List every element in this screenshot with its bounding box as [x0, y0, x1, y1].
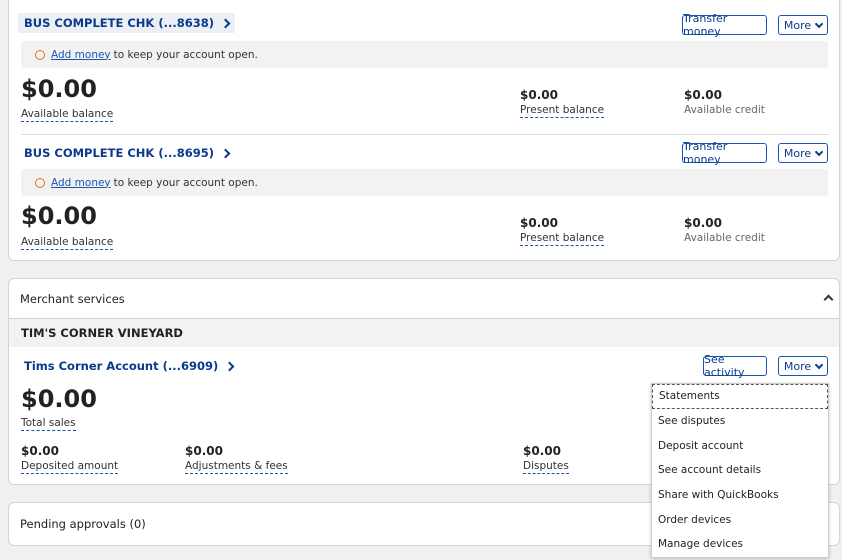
chevron-right-icon	[224, 361, 235, 371]
add-money-link[interactable]: Add money	[51, 49, 111, 61]
present-balance-label[interactable]: Present balance	[520, 104, 605, 118]
menu-item-manage-devices[interactable]: Manage devices	[652, 532, 828, 557]
more-button[interactable]: More	[778, 143, 828, 163]
total-sales-value: $0.00	[21, 385, 97, 413]
total-sales-label[interactable]: Total sales	[21, 417, 76, 431]
present-balance-label[interactable]: Present balance	[520, 232, 605, 246]
chevron-down-icon	[814, 19, 824, 28]
chevron-up-icon[interactable]	[823, 294, 834, 305]
account-link-8695[interactable]: BUS COMPLETE CHK (...8695)	[24, 146, 231, 160]
notice-text: to keep your account open.	[113, 48, 258, 61]
menu-item-deposit-account[interactable]: Deposit account	[652, 433, 828, 458]
more-button[interactable]: More	[778, 356, 828, 376]
account-name: Tims Corner Account (...6909)	[24, 359, 219, 373]
adjustments-label[interactable]: Adjustments & fees	[185, 460, 288, 474]
available-credit-label: Available credit	[684, 104, 765, 116]
available-credit-value: $0.00	[684, 216, 722, 230]
present-balance-value: $0.00	[520, 88, 558, 102]
account-name: BUS COMPLETE CHK (...8695)	[24, 146, 214, 160]
chevron-down-icon	[814, 360, 824, 369]
accounts-card: BUS COMPLETE CHK (...8638) Transfer mone…	[8, 0, 840, 261]
more-label: More	[783, 18, 812, 32]
menu-item-statements[interactable]: Statements	[652, 384, 828, 409]
merchant-header[interactable]: Merchant services	[9, 279, 839, 319]
notice-banner: Add money to keep your account open.	[21, 41, 828, 68]
notice-text: to keep your account open.	[113, 176, 258, 189]
merchant-services-title: Merchant services	[20, 292, 125, 306]
see-activity-label: See activity	[704, 353, 745, 379]
add-money-link[interactable]: Add money	[51, 177, 111, 189]
account-link-8638[interactable]: BUS COMPLETE CHK (...8638)	[18, 13, 235, 33]
disputes-value: $0.00	[523, 444, 561, 458]
more-button[interactable]: More	[778, 15, 828, 35]
transfer-money-button[interactable]: Transfer money	[682, 140, 767, 166]
more-dropdown-menu: Statements See disputes Deposit account …	[651, 383, 829, 558]
menu-item-share-quickbooks[interactable]: Share with QuickBooks	[652, 483, 828, 508]
alert-circle-icon	[35, 177, 45, 188]
menu-item-account-details[interactable]: See account details	[652, 458, 828, 483]
chevron-down-icon	[814, 147, 824, 156]
alert-circle-icon	[35, 49, 45, 60]
deposited-amount-label[interactable]: Deposited amount	[21, 460, 119, 474]
menu-item-see-disputes[interactable]: See disputes	[652, 409, 828, 434]
available-credit-label: Available credit	[684, 232, 765, 244]
adjustments-value: $0.00	[185, 444, 223, 458]
see-activity-button[interactable]: See activity	[703, 353, 767, 379]
transfer-label: Transfer money	[683, 140, 728, 166]
available-balance-value: $0.00	[21, 75, 97, 103]
divider	[21, 134, 829, 135]
transfer-money-button[interactable]: Transfer money	[682, 12, 767, 38]
more-label: More	[783, 359, 812, 373]
merchant-account-link[interactable]: Tims Corner Account (...6909)	[24, 359, 235, 373]
available-balance-label[interactable]: Available balance	[21, 108, 114, 122]
available-balance-label[interactable]: Available balance	[21, 236, 114, 250]
deposited-amount-value: $0.00	[21, 444, 59, 458]
transfer-label: Transfer money	[683, 12, 728, 38]
available-balance-value: $0.00	[21, 202, 97, 230]
pending-approvals-title: Pending approvals (0)	[20, 517, 146, 531]
chevron-right-icon	[220, 18, 231, 28]
menu-item-order-devices[interactable]: Order devices	[652, 507, 828, 532]
present-balance-value: $0.00	[520, 216, 558, 230]
more-label: More	[783, 146, 812, 160]
available-credit-value: $0.00	[684, 88, 722, 102]
account-name: BUS COMPLETE CHK (...8638)	[24, 16, 214, 30]
notice-banner: Add money to keep your account open.	[21, 169, 828, 196]
business-header: TIM'S CORNER VINEYARD	[9, 319, 839, 347]
disputes-label[interactable]: Disputes	[523, 460, 569, 474]
chevron-right-icon	[220, 148, 231, 158]
business-name: TIM'S CORNER VINEYARD	[21, 326, 183, 340]
